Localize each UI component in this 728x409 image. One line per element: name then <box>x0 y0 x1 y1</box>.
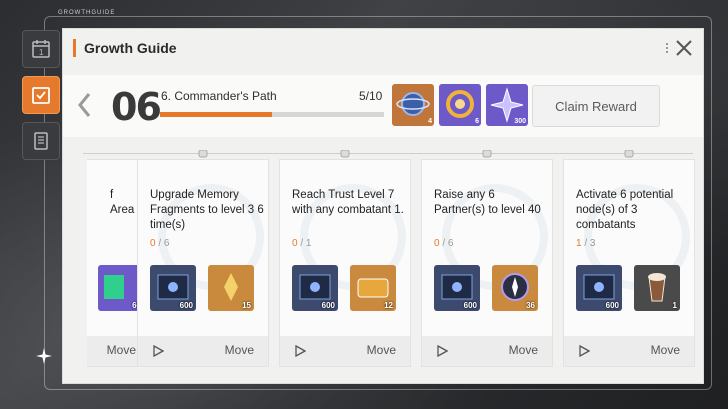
claim-reward-button[interactable]: Claim Reward <box>532 85 660 127</box>
frame-label: GROWTHGUIDE <box>58 10 116 16</box>
reward-qty: 6 <box>475 118 479 125</box>
move-button[interactable]: Move <box>225 343 254 357</box>
card-title: Reach Trust Level 7 with any combatant 1… <box>292 189 404 216</box>
path-progress-count: 5/10 <box>359 89 383 103</box>
reward-qty: 12 <box>384 301 393 310</box>
reward-item[interactable]: 36 <box>492 265 538 311</box>
reward-item[interactable]: 6 <box>439 84 481 126</box>
reward-qty: 600 <box>605 301 619 310</box>
clip-icon <box>482 150 492 158</box>
sparkle-icon <box>36 348 52 364</box>
move-button[interactable]: Move <box>509 343 538 357</box>
play-icon[interactable] <box>436 345 448 357</box>
more-dots-icon[interactable] <box>666 41 669 55</box>
path-header: 06 6. Commander's Path 5/10 4 6 300 Clai… <box>63 75 703 137</box>
reward-qty: 600 <box>321 301 335 310</box>
clip-icon <box>198 150 208 158</box>
reward-item[interactable]: 600 <box>434 265 480 311</box>
reward-item[interactable]: 300 <box>486 84 528 126</box>
card-progress: 0 / 6 <box>434 238 454 249</box>
notebook-icon <box>34 132 48 150</box>
play-icon[interactable] <box>578 345 590 357</box>
reward-item[interactable]: 15 <box>208 265 254 311</box>
card-footer: Move <box>422 336 552 366</box>
task-cards-area: fArea 60 Move Upgrade Memory Fragments t… <box>87 147 699 379</box>
card-progress: 0 / 1 <box>292 238 312 249</box>
panel-title: Growth Guide <box>73 39 177 57</box>
reward-item[interactable]: 600 <box>292 265 338 311</box>
card-title: Upgrade Memory Fragments to level 3 6 ti… <box>150 189 264 231</box>
reward-qty: 600 <box>179 301 193 310</box>
reward-qty: 36 <box>526 301 535 310</box>
calendar-day: 1 <box>39 48 44 57</box>
task-card: Activate 6 potential node(s) of 3 combat… <box>563 150 695 367</box>
task-card: Reach Trust Level 7 with any combatant 1… <box>279 150 411 367</box>
reward-item[interactable]: 12 <box>350 265 396 311</box>
clip-icon <box>624 150 634 158</box>
reward-qty: 15 <box>242 301 251 310</box>
move-button[interactable]: Move <box>107 343 136 357</box>
close-icon[interactable] <box>673 37 695 59</box>
card-footer: Move <box>564 336 694 366</box>
reward-qty: 1 <box>672 301 677 310</box>
task-card: Raise any 6 Partner(s) to level 40 0 / 6… <box>421 150 553 367</box>
task-card: Upgrade Memory Fragments to level 3 6 ti… <box>137 150 269 367</box>
side-tab-notebook[interactable] <box>22 122 60 160</box>
chevron-left-icon[interactable] <box>73 91 95 119</box>
side-tab-checklist[interactable] <box>22 76 60 114</box>
move-button[interactable]: Move <box>367 343 396 357</box>
card-footer: Move <box>138 336 268 366</box>
reward-qty: 300 <box>514 118 526 125</box>
play-icon[interactable] <box>152 345 164 357</box>
step-number: 06 <box>111 85 162 129</box>
play-icon[interactable] <box>294 345 306 357</box>
reward-item[interactable]: 4 <box>392 84 434 126</box>
checklist-icon <box>32 87 50 104</box>
side-tab-calendar[interactable]: 1 <box>22 30 60 68</box>
path-progress-fill <box>160 112 272 117</box>
path-name: 6. Commander's Path <box>161 89 277 103</box>
reward-qty: 4 <box>428 118 432 125</box>
calendar-icon: 1 <box>32 40 50 58</box>
reward-item[interactable]: 600 <box>150 265 196 311</box>
card-footer: Move <box>280 336 410 366</box>
card-title: Raise any 6 Partner(s) to level 40 <box>434 189 541 216</box>
card-title: Activate 6 potential node(s) of 3 combat… <box>576 189 674 231</box>
reward-item[interactable]: 1 <box>634 265 680 311</box>
growth-guide-panel: Growth Guide 06 6. Commander's Path 5/10… <box>62 28 704 384</box>
reward-item[interactable]: 600 <box>576 265 622 311</box>
path-progress-bar <box>160 112 384 117</box>
card-progress: 1 / 3 <box>576 238 596 249</box>
move-button[interactable]: Move <box>651 343 680 357</box>
clip-icon <box>340 150 350 158</box>
card-progress: 0 / 6 <box>150 238 170 249</box>
reward-qty: 600 <box>463 301 477 310</box>
